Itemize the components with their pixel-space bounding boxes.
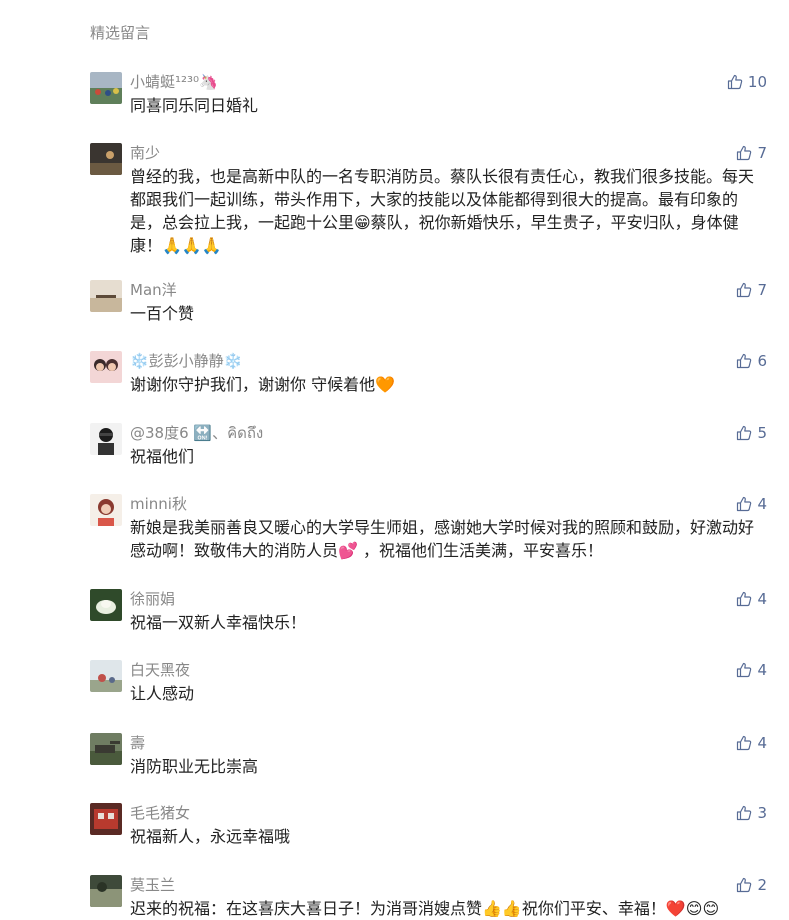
thumbs-up-icon: [736, 662, 752, 678]
commenter-name[interactable]: 白天黑夜: [130, 660, 190, 680]
like-count: 6: [757, 352, 767, 370]
like-button[interactable]: 3: [736, 803, 767, 823]
thumbs-up-icon: [736, 591, 752, 607]
comment-text: 一百个赞: [130, 304, 195, 323]
thumbs-up-icon: [736, 425, 752, 441]
commenter-name[interactable]: ❄️彭彭小静静❄️: [130, 351, 242, 371]
commenter-name[interactable]: 毛毛猪女: [130, 803, 190, 823]
comment-text: 祝福他们: [130, 447, 195, 466]
avatar[interactable]: [90, 494, 122, 526]
comment-text: 迟来的祝福：在这喜庆大喜日子！为消哥消嫂点赞👍👍祝你们平安、幸福！❤️😊😊: [130, 899, 720, 918]
avatar[interactable]: [90, 72, 122, 104]
thumbs-up-icon: [736, 496, 752, 512]
thumbs-up-icon: [736, 805, 752, 821]
like-button[interactable]: 6: [736, 351, 767, 371]
like-count: 5: [757, 424, 767, 442]
commenter-name[interactable]: 壽: [130, 733, 145, 753]
like-button[interactable]: 7: [736, 280, 767, 300]
like-count: 7: [757, 281, 767, 299]
commenter-name[interactable]: 南少: [130, 143, 160, 163]
avatar[interactable]: [90, 660, 122, 692]
like-count: 4: [757, 495, 767, 513]
section-title: 精选留言: [90, 24, 151, 42]
like-count: 3: [757, 804, 767, 822]
thumbs-up-icon: [736, 877, 752, 893]
like-count: 4: [757, 734, 767, 752]
comment-text: 祝福新人，永远幸福哦: [130, 827, 291, 846]
commenter-name[interactable]: 小蜻蜓¹²³⁰🦄: [130, 72, 218, 92]
comment-text: 消防职业无比崇高: [130, 757, 259, 776]
commenter-name[interactable]: Man洋: [130, 280, 177, 300]
comment-text: 曾经的我，也是高新中队的一名专职消防员。蔡队长很有责任心，教我们很多技能。每天都…: [130, 167, 755, 255]
avatar[interactable]: [90, 803, 122, 835]
like-button[interactable]: 5: [736, 423, 767, 443]
commenter-name[interactable]: 莫玉兰: [130, 875, 175, 895]
commenter-name[interactable]: @38度6 🔛、คิดถึง: [130, 423, 263, 443]
comment-text: 同喜同乐同日婚礼: [130, 96, 259, 115]
like-button[interactable]: 2: [736, 875, 767, 895]
like-count: 4: [757, 590, 767, 608]
like-button[interactable]: 4: [736, 589, 767, 609]
like-button[interactable]: 4: [736, 733, 767, 753]
comment-text: 祝福一双新人幸福快乐！: [130, 613, 307, 632]
like-button[interactable]: 7: [736, 143, 767, 163]
thumbs-up-icon: [727, 74, 743, 90]
thumbs-up-icon: [736, 353, 752, 369]
like-button[interactable]: 10: [727, 72, 767, 92]
like-count: 7: [757, 144, 767, 162]
avatar[interactable]: [90, 280, 122, 312]
avatar[interactable]: [90, 423, 122, 455]
like-count: 4: [757, 661, 767, 679]
avatar[interactable]: [90, 733, 122, 765]
like-count: 2: [757, 876, 767, 894]
like-button[interactable]: 4: [736, 660, 767, 680]
avatar[interactable]: [90, 875, 122, 907]
like-count: 10: [747, 73, 767, 91]
thumbs-up-icon: [736, 145, 752, 161]
comment-text: 谢谢你守护我们，谢谢你 守候着他🧡: [130, 375, 396, 394]
comment-text: 让人感动: [130, 684, 195, 703]
commenter-name[interactable]: minni秋: [130, 494, 187, 514]
avatar[interactable]: [90, 351, 122, 383]
thumbs-up-icon: [736, 282, 752, 298]
avatar[interactable]: [90, 589, 122, 621]
thumbs-up-icon: [736, 735, 752, 751]
comment-text: 新娘是我美丽善良又暖心的大学导生师姐，感谢她大学时候对我的照顾和鼓励，好激动好感…: [130, 518, 755, 560]
like-button[interactable]: 4: [736, 494, 767, 514]
commenter-name[interactable]: 徐丽娟: [130, 589, 175, 609]
avatar[interactable]: [90, 143, 122, 175]
